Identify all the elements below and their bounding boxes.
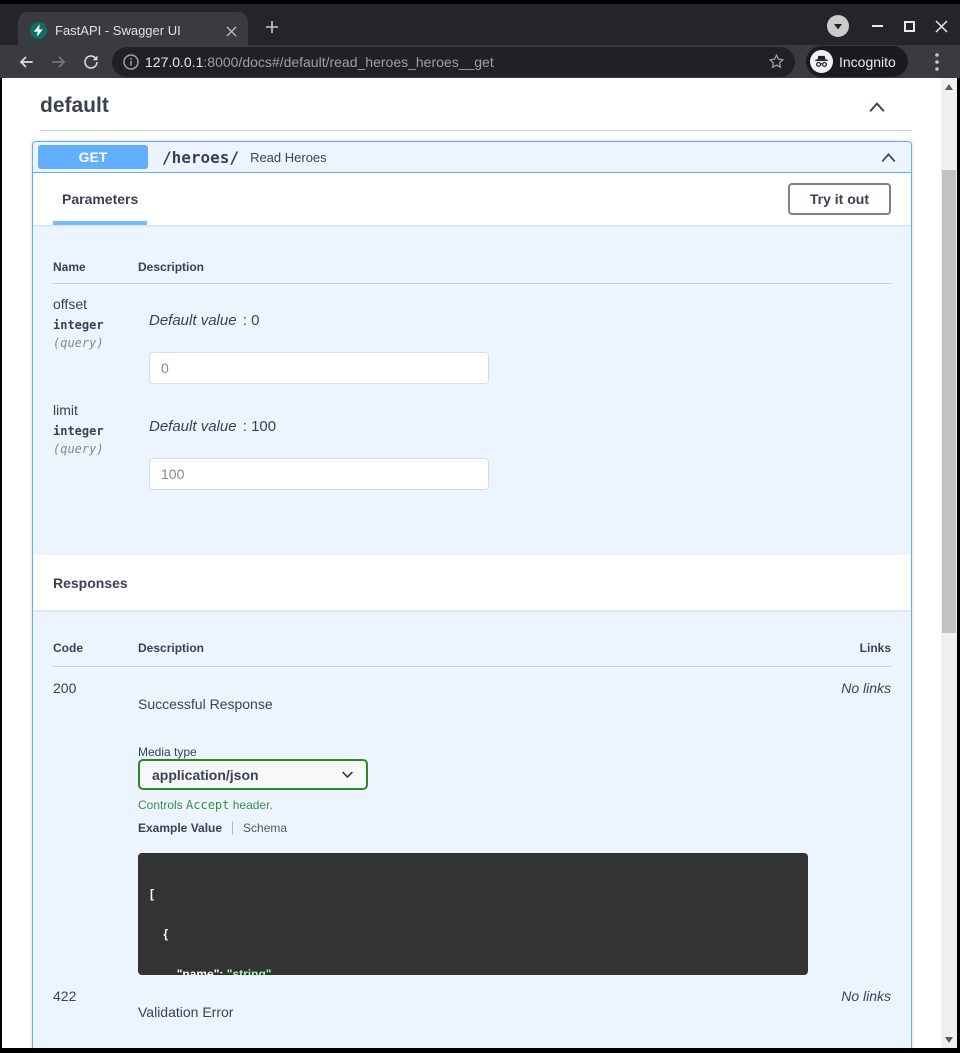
browser-window: FastAPI - Swagger UI: [0, 0, 960, 1053]
section-collapse-chevron-up-icon[interactable]: [868, 100, 886, 118]
browser-toolbar: 127.0.0.1:8000/docs#/default/read_heroes…: [0, 45, 960, 78]
media-type-label: Media type: [138, 745, 197, 759]
response-description-422: Validation Error: [138, 1004, 233, 1020]
example-code-block: [ { "name": "string", "secret_name": "st…: [138, 853, 808, 975]
page-content: default GET /heroes/ Read Heroes Paramet…: [2, 78, 957, 1048]
window-close-icon[interactable]: [929, 14, 953, 38]
json-key: "name": [177, 967, 220, 975]
limit-input[interactable]: [149, 458, 489, 490]
new-tab-icon[interactable]: [262, 17, 282, 37]
default-value-label: Default value: [149, 418, 237, 435]
media-type-value: application/json: [152, 767, 259, 783]
opblock-get-heroes: GET /heroes/ Read Heroes Parameters Try …: [32, 141, 912, 1048]
responses-table: Code Description Links 200 No links Succ…: [33, 610, 911, 1048]
column-header-code: Code: [53, 641, 83, 655]
parameter-name: limit: [53, 402, 104, 418]
tab-search-icon[interactable]: [827, 15, 849, 37]
scrollbar-thumb[interactable]: [942, 170, 956, 633]
response-description-200: Successful Response: [138, 696, 273, 712]
incognito-label: Incognito: [839, 46, 896, 77]
tab-example-value[interactable]: Example Value: [138, 821, 222, 835]
window-maximize-icon[interactable]: [897, 14, 921, 38]
parameters-header: Parameters Try it out: [33, 173, 911, 225]
scroll-up-icon[interactable]: [941, 79, 957, 94]
default-value: : 100: [239, 418, 277, 435]
section-divider: [40, 130, 912, 131]
incognito-badge: Incognito: [806, 46, 908, 77]
section-title[interactable]: default: [40, 94, 109, 118]
offset-input[interactable]: [149, 352, 489, 384]
http-method-badge[interactable]: GET: [38, 145, 148, 169]
titlebar: FastAPI - Swagger UI: [0, 0, 960, 45]
tab-parameters[interactable]: Parameters: [53, 173, 147, 225]
response-code-200: 200: [53, 680, 76, 696]
code-line: "name": "string",: [150, 968, 796, 975]
parameter-type: integer: [53, 424, 104, 438]
parameter-type: integer: [53, 318, 104, 332]
fastapi-favicon-icon: [30, 22, 47, 39]
operation-collapse-chevron-up-icon[interactable]: [880, 152, 897, 163]
note-text: Controls: [138, 798, 186, 812]
code-line: [: [150, 888, 796, 901]
accept-header-note: Controls Accept header.: [138, 798, 273, 812]
default-value: : 0: [239, 312, 260, 329]
tab-schema[interactable]: Schema: [243, 821, 287, 835]
example-schema-tabs: Example Value Schema: [138, 821, 287, 835]
code-line: {: [150, 928, 796, 941]
parameter-default: Default value : 0: [149, 312, 259, 329]
media-type-select[interactable]: application/json: [138, 759, 368, 790]
parameters-table: Name Description offset integer (query) …: [33, 225, 911, 555]
parameter-location: (query): [53, 442, 104, 456]
browser-menu-icon[interactable]: [924, 49, 950, 75]
table-header-divider: [53, 283, 891, 284]
parameter-name: offset: [53, 296, 104, 312]
note-text: header.: [229, 798, 272, 812]
operation-path: /heroes/: [162, 148, 239, 167]
json-comma: ,: [271, 967, 274, 975]
incognito-icon: [810, 50, 833, 73]
response-links-200: No links: [841, 680, 891, 696]
forward-icon[interactable]: [46, 49, 72, 75]
reload-icon[interactable]: [78, 49, 104, 75]
operation-summary-text: Read Heroes: [250, 150, 327, 165]
json-string-value: "string": [227, 967, 272, 975]
note-code: Accept: [186, 798, 229, 812]
url-host: 127.0.0.1: [145, 54, 203, 70]
responses-title: Responses: [53, 575, 128, 591]
table-header-divider: [53, 666, 891, 667]
responses-header: Responses: [33, 555, 911, 610]
parameter-limit: limit integer (query): [53, 402, 104, 456]
page-info-icon[interactable]: [122, 53, 140, 76]
operation-summary[interactable]: GET /heroes/ Read Heroes: [33, 142, 911, 173]
json-sep: :: [219, 967, 226, 975]
chevron-down-icon: [341, 770, 354, 779]
column-header-name: Name: [53, 260, 86, 274]
bookmark-star-icon[interactable]: [767, 52, 786, 76]
column-header-description: Description: [138, 641, 204, 655]
vertical-scrollbar[interactable]: [941, 78, 957, 1048]
column-header-links: Links: [860, 641, 891, 655]
address-bar[interactable]: 127.0.0.1:8000/docs#/default/read_heroes…: [112, 47, 795, 77]
column-header-description: Description: [138, 260, 204, 274]
browser-tab[interactable]: FastAPI - Swagger UI: [18, 12, 248, 49]
url-text[interactable]: 127.0.0.1:8000/docs#/default/read_heroes…: [145, 47, 494, 77]
response-code-422: 422: [53, 988, 76, 1004]
tab-close-icon[interactable]: [222, 22, 240, 40]
response-links-422: No links: [841, 988, 891, 1004]
tab-separator: [232, 821, 233, 835]
window-minimize-icon[interactable]: [865, 14, 889, 38]
parameter-default: Default value : 100: [149, 418, 276, 435]
default-value-label: Default value: [149, 312, 237, 329]
scroll-down-icon[interactable]: [941, 1032, 957, 1047]
back-icon[interactable]: [13, 49, 39, 75]
try-it-out-button[interactable]: Try it out: [788, 183, 891, 215]
tab-title: FastAPI - Swagger UI: [55, 12, 181, 49]
url-path: :8000/docs#/default/read_heroes_heroes__…: [203, 54, 493, 70]
parameter-offset: offset integer (query): [53, 296, 104, 350]
parameter-location: (query): [53, 336, 104, 350]
